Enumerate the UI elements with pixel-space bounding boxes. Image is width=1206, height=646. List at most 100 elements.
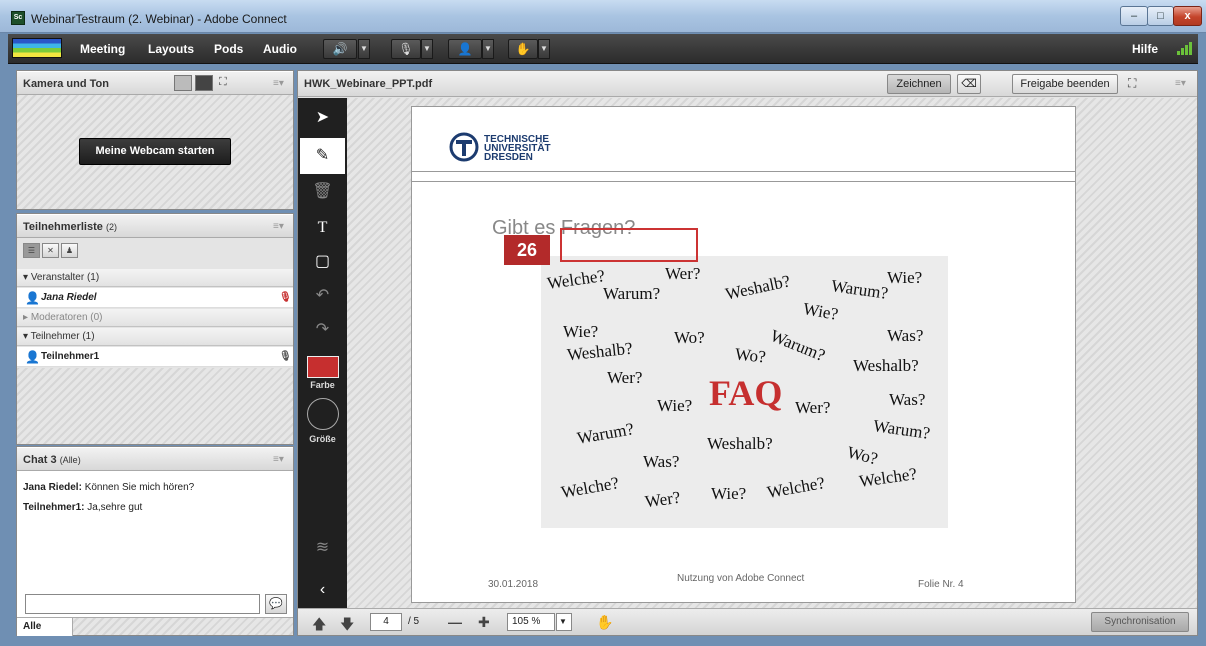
- zoom-out-icon[interactable]: —: [448, 614, 462, 630]
- question-word: Wo?: [734, 344, 767, 367]
- start-webcam-button[interactable]: Meine Webcam starten: [79, 138, 231, 165]
- app-menubar: Meeting Layouts Pods Audio 🔊 ▼ 🎙 ▼ 👤 ▼ ✋…: [8, 34, 1198, 64]
- window-title: WebinarTestraum (2. Webinar) - Adobe Con…: [31, 12, 287, 26]
- question-word: Weshalb?: [566, 338, 634, 365]
- zoom-in-icon[interactable]: ✚: [478, 614, 490, 631]
- group-presenters[interactable]: ▸ Moderatoren (0): [17, 309, 293, 327]
- chat-recipient-tab[interactable]: Alle: [17, 618, 73, 636]
- pod-options-icon[interactable]: ≡▾: [273, 221, 284, 232]
- webcam-dropdown-icon[interactable]: ▼: [482, 39, 494, 59]
- attendee-pod-title: Teilnehmerliste (2): [23, 221, 117, 233]
- fullscreen-icon[interactable]: ⛶: [219, 76, 227, 89]
- question-word: Welche?: [559, 473, 621, 502]
- color-swatch[interactable]: [307, 356, 339, 378]
- menu-audio[interactable]: Audio: [263, 42, 297, 56]
- tu-dresden-logo-icon: [449, 132, 479, 162]
- close-button[interactable]: x: [1173, 6, 1202, 26]
- zoom-level-select[interactable]: 105 %: [507, 613, 555, 631]
- delete-icon[interactable]: 🗑: [300, 174, 345, 210]
- draw-button[interactable]: Zeichnen: [887, 74, 951, 94]
- undo-icon[interactable]: ↶: [300, 278, 345, 314]
- share-filename: HWK_Webinare_PPT.pdf: [304, 78, 433, 90]
- slide-footer-center: Nutzung von Adobe Connect: [677, 573, 805, 584]
- camera-pod: Kamera und Ton ⛶ ≡▾ Meine Webcam starten: [16, 70, 294, 210]
- help-menu[interactable]: Hilfe: [1132, 42, 1158, 56]
- rectangle-tool-icon[interactable]: ▢: [300, 244, 345, 280]
- menu-pods[interactable]: Pods: [214, 42, 243, 56]
- selection-tool-icon[interactable]: ➤: [300, 100, 345, 136]
- speaker-dropdown-icon[interactable]: ▼: [358, 39, 370, 59]
- microphone-icon[interactable]: 🎙: [391, 39, 421, 59]
- drawn-rectangle[interactable]: [560, 228, 698, 262]
- maximize-button[interactable]: □: [1147, 6, 1174, 26]
- tu-dresden-wordmark: TECHNISCHE UNIVERSITÄT DRESDEN: [484, 135, 551, 163]
- question-word: Wo?: [674, 328, 705, 347]
- text-tool-icon[interactable]: T: [300, 210, 345, 246]
- presentation-slide: TECHNISCHE UNIVERSITÄT DRESDEN Gibt es F…: [411, 106, 1076, 603]
- pan-hand-icon[interactable]: ✋: [596, 614, 613, 631]
- attendee-status-view-icon[interactable]: ♟: [61, 243, 78, 258]
- speaker-icon[interactable]: 🔊: [323, 39, 357, 59]
- layers-icon[interactable]: ≋: [300, 530, 345, 566]
- status-dropdown-icon[interactable]: ▼: [538, 39, 550, 59]
- breakout-view-icon[interactable]: ✕: [42, 243, 59, 258]
- webcam-icon[interactable]: 👤: [448, 39, 482, 59]
- pencil-tool-icon[interactable]: ✎: [300, 138, 345, 174]
- slide-divider: [412, 171, 1075, 172]
- previous-page-icon[interactable]: 🡅: [312, 614, 326, 638]
- pod-options-icon[interactable]: ≡▾: [273, 78, 284, 89]
- question-word: Wo?: [845, 442, 880, 469]
- group-hosts[interactable]: ▾ Veranstalter (1): [17, 269, 293, 287]
- chat-text: Können Sie mich hören?: [84, 482, 195, 493]
- chat-sender: Teilnehmer1:: [23, 502, 85, 513]
- next-page-icon[interactable]: 🡇: [340, 614, 354, 638]
- question-word: Was?: [889, 390, 926, 409]
- window-titlebar: Sc WebinarTestraum (2. Webinar) - Adobe …: [0, 0, 1206, 33]
- attendee-row-host[interactable]: 👤 Jana Riedel 🎙: [17, 288, 293, 308]
- slide-footer-date: 30.01.2018: [488, 579, 539, 590]
- brush-size-selector[interactable]: [307, 398, 339, 430]
- host-user-icon: 👤: [25, 291, 40, 305]
- attendee-row-participant[interactable]: 👤 Teilnehmer1 🎙: [17, 347, 293, 367]
- pod-options-icon[interactable]: ≡▾: [1175, 78, 1186, 89]
- chat-scope: (Alle): [59, 455, 81, 465]
- question-word: Wie?: [657, 396, 693, 415]
- chat-footer: Alle: [17, 617, 293, 636]
- question-word: Wie?: [711, 484, 747, 503]
- zoom-dropdown-icon[interactable]: ▼: [556, 613, 572, 631]
- sync-button[interactable]: Synchronisation: [1091, 612, 1189, 632]
- group-participants-label: Teilnehmer (1): [30, 331, 95, 342]
- single-view-icon[interactable]: [195, 75, 213, 91]
- share-pod-footer: 🡅 🡇 4 / 5 — ✚ 105 % ▼ ✋ Synchronisation: [298, 608, 1197, 635]
- menu-layouts[interactable]: Layouts: [148, 42, 194, 56]
- faq-label: FAQ: [709, 373, 783, 413]
- page-number-input[interactable]: 4: [370, 613, 402, 631]
- microphone-muted-icon: 🎙: [279, 292, 292, 303]
- stop-sharing-button[interactable]: Freigabe beenden: [1012, 74, 1118, 94]
- grid-view-icon[interactable]: [174, 75, 192, 91]
- group-hosts-label: Veranstalter (1): [30, 272, 100, 283]
- pod-options-icon[interactable]: ≡▾: [273, 454, 284, 465]
- microphone-dropdown-icon[interactable]: ▼: [421, 39, 433, 59]
- logo-line: DRESDEN: [484, 152, 533, 163]
- question-word: Welche?: [545, 266, 607, 293]
- question-word: Wie?: [563, 322, 599, 341]
- chat-send-icon[interactable]: 💬: [265, 594, 287, 614]
- list-view-icon[interactable]: ☰: [23, 243, 40, 258]
- adobe-connect-app-icon: Sc: [11, 11, 25, 25]
- raise-hand-icon[interactable]: ✋: [508, 39, 538, 59]
- minimize-button[interactable]: –: [1120, 6, 1148, 26]
- chat-sender: Jana Riedel:: [23, 482, 82, 493]
- chat-pod-title: Chat 3 (Alle): [23, 454, 81, 466]
- chat-input[interactable]: [25, 594, 260, 614]
- group-participants[interactable]: ▾ Teilnehmer (1): [17, 328, 293, 346]
- question-word: Wer?: [665, 264, 701, 283]
- question-word: Warum?: [603, 284, 661, 303]
- microphone-icon: 🎙: [279, 351, 292, 362]
- collapse-toolbar-icon[interactable]: ‹: [300, 572, 345, 608]
- camera-pod-title: Kamera und Ton: [23, 78, 109, 90]
- redo-icon[interactable]: ↷: [300, 312, 345, 348]
- fullscreen-icon[interactable]: ⛶: [1128, 76, 1136, 91]
- eraser-icon[interactable]: ⌫: [957, 74, 981, 94]
- menu-meeting[interactable]: Meeting: [80, 42, 125, 56]
